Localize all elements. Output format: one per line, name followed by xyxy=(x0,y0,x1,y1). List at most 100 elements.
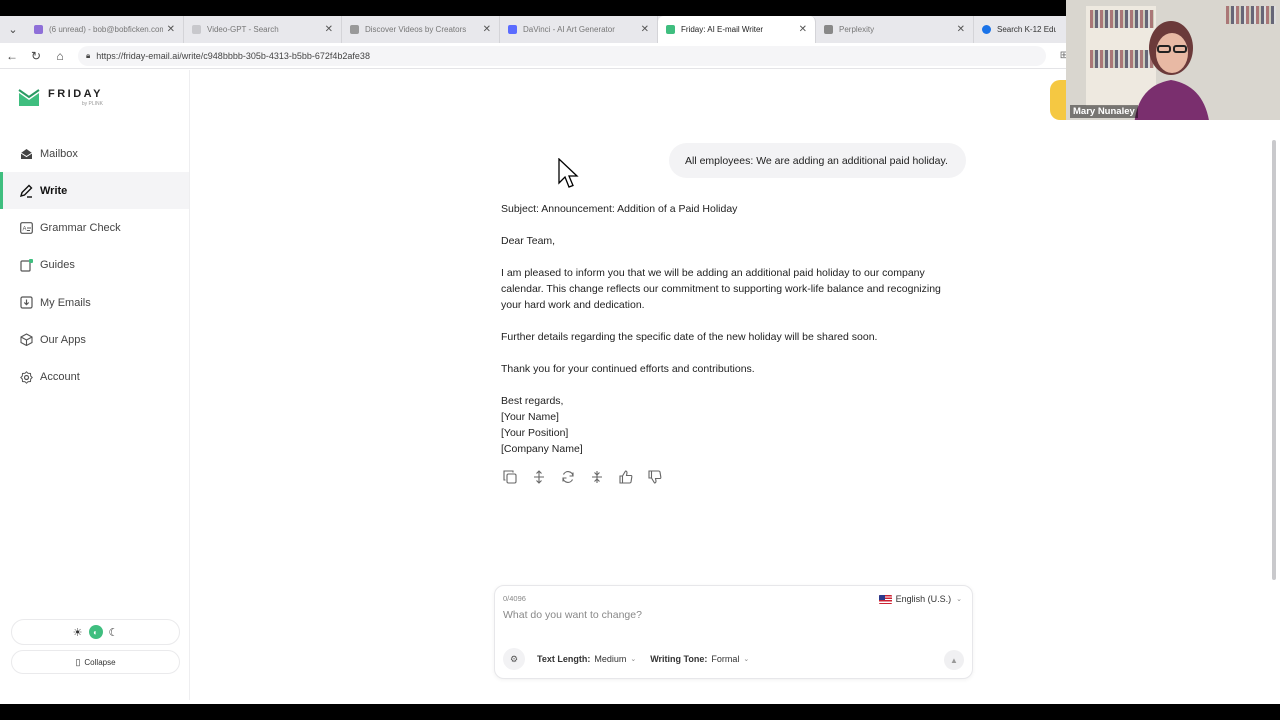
mail-favicon-icon xyxy=(34,25,43,34)
character-counter: 0/4096 xyxy=(503,594,526,603)
friday-logo[interactable]: FRIDAY by PLINK xyxy=(18,88,103,107)
webcam-overlay: Mary Nunaley xyxy=(1066,0,1280,120)
svg-text:A: A xyxy=(22,227,26,233)
theme-switcher: ☀ ◐ ☾ xyxy=(11,619,180,645)
email-signature-position: [Your Position] xyxy=(501,427,569,439)
collapse-button[interactable]: ▯ Collapse xyxy=(11,650,180,674)
mailbox-icon xyxy=(18,146,34,162)
sidebar-item-account[interactable]: Account xyxy=(0,359,189,396)
send-arrow-icon[interactable]: ▲ xyxy=(944,650,964,670)
close-tab-icon[interactable]: ✕ xyxy=(957,24,965,35)
chevron-down-icon[interactable]: ⌄ xyxy=(630,655,636,663)
sidebar-item-label: Our Apps xyxy=(40,333,86,346)
lock-icon: 🔒︎ xyxy=(86,50,91,60)
download-icon xyxy=(18,295,34,311)
close-tab-icon[interactable]: ✕ xyxy=(325,24,333,35)
system-mode-icon[interactable]: ◐ xyxy=(88,625,103,639)
friday-logo-icon xyxy=(18,88,40,106)
sidebar-item-mailbox[interactable]: Mailbox xyxy=(0,135,189,172)
writing-tone-label: Writing Tone: xyxy=(650,654,708,664)
logo-sub: by PLINK xyxy=(81,101,103,107)
url-text: https://friday-email.ai/write/c948bbbb-3… xyxy=(96,50,370,61)
perplexity-favicon-icon xyxy=(824,25,833,34)
email-subject: Subject: Announcement: Addition of a Pai… xyxy=(501,203,738,215)
composer-options: ⚙ Text Length: Medium ⌄ Writing Tone: Fo… xyxy=(503,648,763,670)
grammar-icon: A xyxy=(18,220,34,236)
user-message-bubble: All employees: We are adding an addition… xyxy=(669,143,966,178)
email-closing: Best regards, xyxy=(501,395,564,407)
browser-tab[interactable]: Search K-12 Educat xyxy=(974,16,1064,43)
copy-icon[interactable] xyxy=(502,469,518,485)
email-paragraph: Further details regarding the specific d… xyxy=(501,331,878,343)
dark-mode-moon-icon[interactable]: ☾ xyxy=(109,626,119,639)
thumbs-down-icon[interactable] xyxy=(647,469,663,485)
sidebar-panel-icon: ▯ xyxy=(75,656,81,667)
guides-icon xyxy=(18,257,34,273)
writing-tone-select[interactable]: Formal xyxy=(711,654,739,664)
regenerate-icon[interactable] xyxy=(560,469,576,485)
browser-tab-active[interactable]: Friday: AI E-mail Writer ✕ xyxy=(658,16,816,43)
browser-tab[interactable]: Video-GPT - Search ✕ xyxy=(184,16,342,43)
sidebar-item-label: Grammar Check xyxy=(40,222,121,235)
sidebar-nav: Mailbox Write A Grammar Check Guides My … xyxy=(0,135,189,396)
bottom-letterbox xyxy=(0,704,1280,720)
generated-email: Subject: Announcement: Addition of a Pai… xyxy=(501,201,961,457)
sidebar-item-label: My Emails xyxy=(40,296,91,309)
close-tab-icon[interactable]: ✕ xyxy=(167,24,175,35)
friday-favicon-icon xyxy=(666,25,675,34)
participant-name: Mary Nunaley xyxy=(1070,105,1138,118)
sidebar-item-label: Mailbox xyxy=(40,147,78,160)
browser-tab[interactable]: Discover Videos by Creators ✕ xyxy=(342,16,500,43)
text-length-select[interactable]: Medium xyxy=(594,654,626,664)
browser-tab[interactable]: (6 unread) - bob@bobficken.com ✕ xyxy=(26,16,184,43)
light-mode-sun-icon[interactable]: ☀ xyxy=(73,626,83,639)
email-signature-company: [Company Name] xyxy=(501,443,583,455)
user-message-text: All employees: We are adding an addition… xyxy=(685,154,948,167)
sidebar-item-label: Account xyxy=(40,371,80,384)
expand-icon[interactable] xyxy=(531,469,547,485)
participant-video xyxy=(1134,21,1209,120)
mouse-cursor-icon xyxy=(558,158,579,188)
change-request-input[interactable] xyxy=(503,609,903,621)
sidebar-item-guides[interactable]: Guides xyxy=(0,247,189,284)
shorten-icon[interactable] xyxy=(589,469,605,485)
close-tab-icon[interactable]: ✕ xyxy=(641,24,649,35)
pen-icon xyxy=(18,183,34,199)
close-tab-icon[interactable]: ✕ xyxy=(483,24,491,35)
reload-icon[interactable]: ↻ xyxy=(24,49,48,63)
email-action-bar xyxy=(502,469,663,485)
close-tab-icon[interactable]: ✕ xyxy=(799,24,807,35)
back-arrow-icon[interactable]: ← xyxy=(0,49,24,63)
sidebar-item-label: Write xyxy=(40,184,68,197)
email-signature-name: [Your Name] xyxy=(501,411,559,423)
home-icon[interactable]: ⌂ xyxy=(48,49,72,63)
books-row xyxy=(1226,6,1276,24)
sidebar-item-label: Guides xyxy=(40,259,75,272)
browser-tab[interactable]: Perplexity ✕ xyxy=(816,16,974,43)
sidebar-item-write[interactable]: Write xyxy=(0,172,189,210)
email-greeting: Dear Team, xyxy=(501,235,556,247)
chevron-down-icon[interactable]: ⌄ xyxy=(743,655,749,663)
site-favicon-icon xyxy=(350,25,359,34)
sidebar-item-our-apps[interactable]: Our Apps xyxy=(0,321,189,358)
url-field[interactable]: 🔒︎ https://friday-email.ai/write/c948bbb… xyxy=(78,45,1046,66)
language-select[interactable]: English (U.S.) ⌄ xyxy=(878,594,962,604)
main-content: All employees: We are adding an addition… xyxy=(190,70,1272,700)
us-flag-icon xyxy=(878,594,892,604)
google-favicon-icon xyxy=(982,25,991,34)
thumbs-up-icon[interactable] xyxy=(618,469,634,485)
sidebar-item-grammar-check[interactable]: A Grammar Check xyxy=(0,210,189,247)
email-paragraph: Thank you for your continued efforts and… xyxy=(501,363,755,375)
logo-name: FRIDAY xyxy=(48,88,103,100)
text-length-label: Text Length: xyxy=(537,654,591,664)
browser-tab[interactable]: DaVinci - AI Art Generator ✕ xyxy=(500,16,658,43)
cube-icon xyxy=(18,332,34,348)
tab-list-chevron-icon[interactable]: ⌄ xyxy=(0,16,26,43)
page-scrollbar[interactable] xyxy=(1272,140,1276,580)
composer-box: 0/4096 English (U.S.) ⌄ ⚙ Text Length: M… xyxy=(494,585,973,679)
collapse-label: Collapse xyxy=(84,657,116,667)
sidebar-item-my-emails[interactable]: My Emails xyxy=(0,284,189,321)
chevron-down-icon: ⌄ xyxy=(956,596,962,603)
settings-sliders-icon[interactable]: ⚙ xyxy=(503,648,525,670)
search-favicon-icon xyxy=(192,25,201,34)
